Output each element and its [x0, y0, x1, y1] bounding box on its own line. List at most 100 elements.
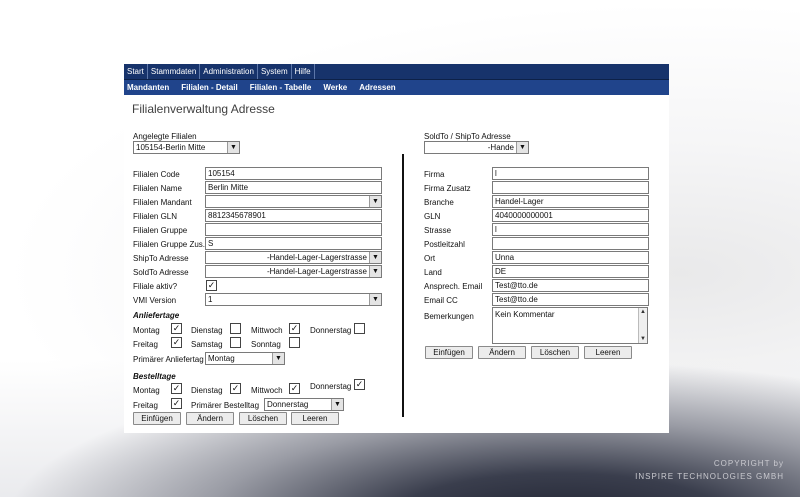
- angelegte-filialen-label: Angelegte Filialen: [133, 132, 197, 141]
- firma-zusatz-input[interactable]: [492, 181, 649, 194]
- chevron-down-icon: ▼: [272, 353, 284, 364]
- bestelltag-checkbox[interactable]: ✓: [171, 398, 182, 409]
- leeren-button[interactable]: Leeren: [584, 346, 632, 359]
- nav-item-adressen[interactable]: Adressen: [359, 80, 395, 95]
- menu-bar: Start Stammdaten Administration System H…: [124, 64, 669, 80]
- nav-item-filialen-tabelle[interactable]: Filialen - Tabelle: [250, 80, 312, 95]
- aendern-button[interactable]: Ändern: [186, 412, 234, 425]
- filialen-mandant-select[interactable]: ▼: [205, 195, 382, 208]
- anliefertag-label: Mittwoch: [251, 326, 283, 335]
- bemerkungen-textarea[interactable]: Kein Kommentar ▲ ▼: [492, 307, 648, 344]
- anliefertag-label: Samstag: [191, 340, 223, 349]
- filialen-mandant-label: Filialen Mandant: [133, 198, 192, 207]
- anliefertag-checkbox[interactable]: [289, 337, 300, 348]
- email-cc-label: Email CC: [424, 296, 458, 305]
- scroll-up-icon[interactable]: ▲: [639, 308, 647, 316]
- ort-label: Ort: [424, 254, 436, 263]
- bestelltag-label: Freitag: [133, 401, 158, 410]
- filialen-gruppe-label: Filialen Gruppe: [133, 226, 188, 235]
- primaerer-bestelltag-value: Donnerstag: [267, 400, 309, 409]
- vmi-version-select[interactable]: 1 ▼: [205, 293, 382, 306]
- menu-item-administration[interactable]: Administration: [200, 64, 258, 79]
- bestelltage-title: Bestelltage: [133, 372, 176, 381]
- anliefertag-checkbox[interactable]: [230, 337, 241, 348]
- filialen-gruppe-zus-input[interactable]: S: [205, 237, 382, 250]
- einfuegen-button[interactable]: Einfügen: [133, 412, 181, 425]
- soldto-adresse-select[interactable]: -Handel-Lager-Lagerstrasse ▼: [205, 265, 382, 278]
- filiale-aktiv-label: Filiale aktiv?: [133, 282, 178, 291]
- nav-item-filialen-detail[interactable]: Filialen - Detail: [181, 80, 237, 95]
- bestelltag-checkbox[interactable]: ✓: [171, 383, 182, 394]
- primaerer-anliefertag-label: Primärer Anliefertag: [133, 355, 204, 364]
- menu-item-hilfe[interactable]: Hilfe: [292, 64, 315, 79]
- shipto-adresse-value: -Handel-Lager-Lagerstrasse: [266, 253, 367, 262]
- anliefertag-checkbox[interactable]: ✓: [289, 323, 300, 334]
- ansprech-email-input[interactable]: Test@tto.de: [492, 279, 649, 292]
- primaerer-bestelltag-label: Primärer Bestelltag: [191, 401, 260, 410]
- anliefertag-label: Montag: [133, 326, 160, 335]
- chevron-down-icon: ▼: [227, 142, 239, 153]
- shipto-adresse-select[interactable]: -Handel-Lager-Lagerstrasse ▼: [205, 251, 382, 264]
- email-cc-input[interactable]: Test@tto.de: [492, 293, 649, 306]
- filialen-code-input[interactable]: 105154: [205, 167, 382, 180]
- soldto-adresse-label: SoldTo Adresse: [133, 268, 189, 277]
- gln-label: GLN: [424, 212, 441, 221]
- ansprech-email-label: Ansprech. Email: [424, 282, 483, 291]
- copyright: COPYRIGHT by INSPIRE TECHNOLOGIES GMBH: [635, 457, 784, 483]
- filialen-gruppe-input[interactable]: [205, 223, 382, 236]
- land-input[interactable]: DE: [492, 265, 649, 278]
- copyright-line2: INSPIRE TECHNOLOGIES GMBH: [635, 472, 784, 481]
- filialen-gln-label: Filialen GLN: [133, 212, 178, 221]
- filiale-aktiv-checkbox[interactable]: ✓: [206, 280, 217, 291]
- strasse-label: Strasse: [424, 226, 452, 235]
- branche-input[interactable]: Handel-Lager: [492, 195, 649, 208]
- primaerer-bestelltag-select[interactable]: Donnerstag ▼: [264, 398, 344, 411]
- postleitzahl-input[interactable]: [492, 237, 649, 250]
- chevron-down-icon: ▼: [369, 252, 381, 263]
- angelegte-filialen-select[interactable]: 105154-Berlin Mitte ▼: [133, 141, 240, 154]
- textarea-scrollbar[interactable]: ▲ ▼: [638, 308, 647, 343]
- filialen-code-label: Filialen Code: [133, 170, 180, 179]
- filialen-gln-input[interactable]: 8812345678901: [205, 209, 382, 222]
- anliefertag-label: Sonntag: [251, 340, 281, 349]
- bestelltag-checkbox[interactable]: ✓: [230, 383, 241, 394]
- strasse-input[interactable]: l: [492, 223, 649, 236]
- aendern-button[interactable]: Ändern: [478, 346, 526, 359]
- bestelltag-checkbox[interactable]: ✓: [354, 379, 365, 390]
- menu-item-system[interactable]: System: [258, 64, 292, 79]
- soldto-shipto-select[interactable]: -Hande ▼: [424, 141, 529, 154]
- einfuegen-button[interactable]: Einfügen: [425, 346, 473, 359]
- anliefertag-checkbox[interactable]: ✓: [171, 337, 182, 348]
- anliefertag-checkbox[interactable]: ✓: [171, 323, 182, 334]
- soldto-shipto-value: -Hande: [487, 143, 514, 152]
- copyright-line1: COPYRIGHT by: [713, 459, 784, 468]
- filialen-name-input[interactable]: Berlin Mitte: [205, 181, 382, 194]
- anliefertag-checkbox[interactable]: [354, 323, 365, 334]
- shipto-adresse-label: ShipTo Adresse: [133, 254, 189, 263]
- menu-item-stammdaten[interactable]: Stammdaten: [148, 64, 201, 79]
- leeren-button[interactable]: Leeren: [291, 412, 339, 425]
- scroll-down-icon[interactable]: ▼: [639, 335, 647, 343]
- primaerer-anliefertag-select[interactable]: Montag ▼: [205, 352, 285, 365]
- vmi-version-value: 1: [208, 295, 213, 304]
- ort-input[interactable]: Unna: [492, 251, 649, 264]
- loeschen-button[interactable]: Löschen: [239, 412, 287, 425]
- bestelltag-label: Mittwoch: [251, 386, 283, 395]
- anliefertag-checkbox[interactable]: [230, 323, 241, 334]
- menu-item-start[interactable]: Start: [124, 64, 148, 79]
- bestelltag-checkbox[interactable]: ✓: [289, 383, 300, 394]
- branche-label: Branche: [424, 198, 454, 207]
- bemerkungen-label: Bemerkungen: [424, 312, 474, 321]
- gln-input[interactable]: 4040000000001: [492, 209, 649, 222]
- firma-input[interactable]: l: [492, 167, 649, 180]
- nav-item-mandanten[interactable]: Mandanten: [127, 80, 169, 95]
- soldto-shipto-label: SoldTo / ShipTo Adresse: [424, 132, 511, 141]
- filialen-gruppe-zus-label: Filialen Gruppe Zus.: [133, 240, 206, 249]
- bestelltag-label: Donnerstag: [310, 382, 352, 391]
- anliefertage-title: Anliefertage: [133, 311, 180, 320]
- nav-item-werke[interactable]: Werke: [323, 80, 347, 95]
- land-label: Land: [424, 268, 442, 277]
- bestelltag-label: Dienstag: [191, 386, 223, 395]
- loeschen-button[interactable]: Löschen: [531, 346, 579, 359]
- postleitzahl-label: Postleitzahl: [424, 240, 465, 249]
